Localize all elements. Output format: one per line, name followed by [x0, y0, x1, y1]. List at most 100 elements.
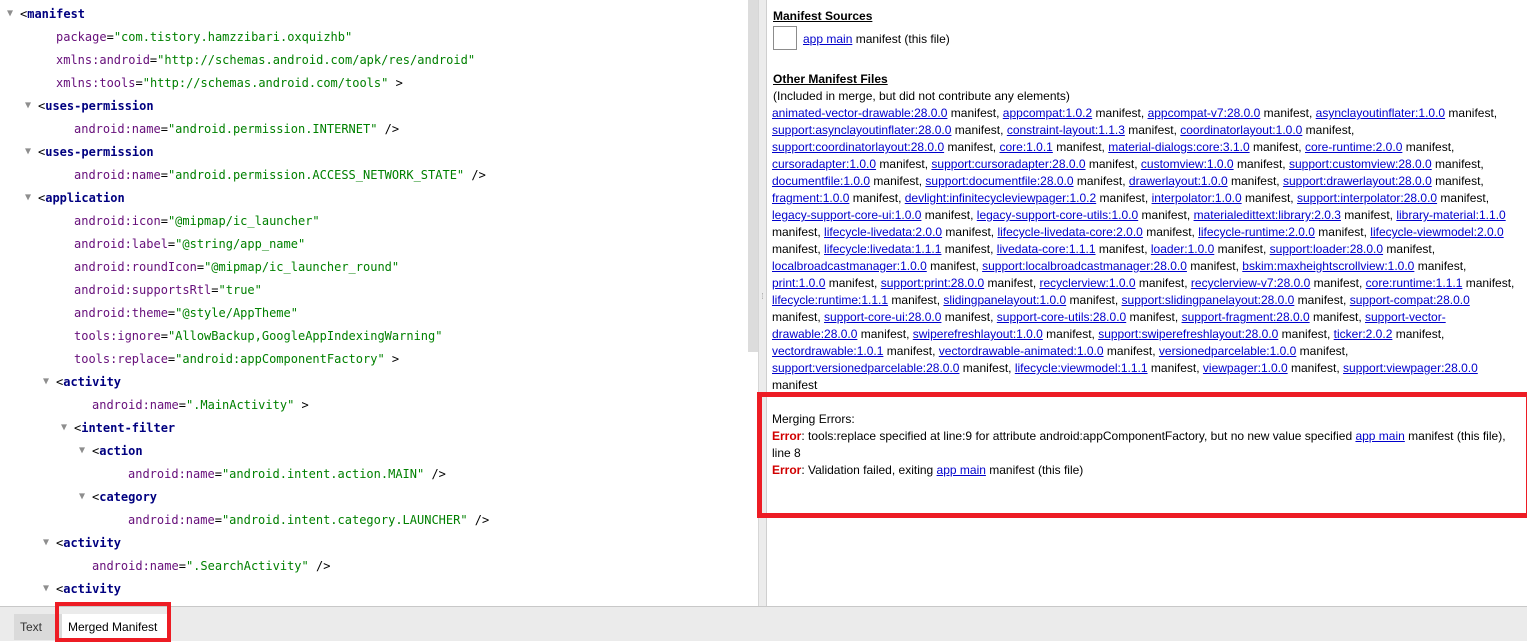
expand-toggle-icon[interactable]: ▼ [40, 372, 52, 392]
manifest-file-link[interactable]: core:runtime:1.1.1 [1366, 276, 1463, 290]
manifest-file-link[interactable]: viewpager:1.0.0 [1203, 361, 1288, 375]
manifest-file-link[interactable]: support:coordinatorlayout:28.0.0 [772, 140, 944, 154]
manifest-file-link[interactable]: recyclerview:1.0.0 [1040, 276, 1136, 290]
expand-toggle-icon[interactable]: ▼ [40, 533, 52, 553]
manifest-file-link[interactable]: support:localbroadcastmanager:28.0.0 [982, 259, 1187, 273]
manifest-file-link[interactable]: support-compat:28.0.0 [1350, 293, 1470, 307]
manifest-file-link[interactable]: devlight:infinitecycleviewpager:1.0.2 [905, 191, 1096, 205]
manifest-file-link[interactable]: material-dialogs:core:3.1.0 [1108, 140, 1249, 154]
manifest-file-suffix: manifest [772, 378, 818, 392]
manifest-file-link[interactable]: lifecycle-viewmodel:2.0.0 [1370, 225, 1503, 239]
manifest-file-link[interactable]: library-material:1.1.0 [1396, 208, 1505, 222]
manifest-file-suffix: manifest, [1278, 327, 1334, 341]
expand-toggle-icon[interactable]: ▼ [76, 441, 88, 461]
manifest-file-link[interactable]: core:1.0.1 [999, 140, 1052, 154]
manifest-file-link[interactable]: support:cursoradapter:28.0.0 [931, 157, 1085, 171]
manifest-file-link[interactable]: livedata-core:1.1.1 [997, 242, 1096, 256]
manifest-file-link[interactable]: customview:1.0.0 [1141, 157, 1234, 171]
manifest-file-link[interactable]: versionedparcelable:1.0.0 [1159, 344, 1296, 358]
manifest-file-link[interactable]: swiperefreshlayout:1.0.0 [913, 327, 1043, 341]
manifest-file-link[interactable]: support-core-ui:28.0.0 [824, 310, 941, 324]
vertical-scrollbar[interactable] [748, 0, 758, 352]
manifest-file-link[interactable]: documentfile:1.0.0 [772, 174, 870, 188]
manifest-file-link[interactable]: core-runtime:2.0.0 [1305, 140, 1402, 154]
manifest-file-link[interactable]: lifecycle-livedata-core:2.0.0 [997, 225, 1142, 239]
manifest-file-link[interactable]: coordinatorlayout:1.0.0 [1180, 123, 1302, 137]
manifest-file-link[interactable]: lifecycle:livedata:1.1.1 [824, 242, 941, 256]
expand-toggle-icon[interactable]: ▼ [76, 487, 88, 507]
xml-equals: = [160, 214, 168, 228]
manifest-file-link[interactable]: support:drawerlayout:28.0.0 [1283, 174, 1432, 188]
manifest-file-suffix: manifest, [1437, 191, 1490, 205]
xml-attribute-row: package="com.tistory.hamzzibari.oxquizhb… [56, 27, 352, 47]
manifest-file-link[interactable]: support:viewpager:28.0.0 [1343, 361, 1478, 375]
expand-toggle-icon[interactable]: ▼ [22, 96, 34, 116]
manifest-file-link[interactable]: interpolator:1.0.0 [1152, 191, 1242, 205]
manifest-file-link[interactable]: slidingpanelayout:1.0.0 [943, 293, 1066, 307]
xml-attribute-row: android:theme="@style/AppTheme" [74, 303, 298, 323]
xml-close-bracket: /> [308, 559, 331, 573]
manifest-file-link[interactable]: support:loader:28.0.0 [1270, 242, 1383, 256]
manifest-file-link[interactable]: support:versionedparcelable:28.0.0 [772, 361, 959, 375]
xml-attr-name: package [56, 30, 107, 44]
xml-attribute-row: android:name=".SearchActivity" /> [92, 556, 330, 576]
manifest-file-link[interactable]: support-core-utils:28.0.0 [997, 310, 1126, 324]
manifest-file-link[interactable]: print:1.0.0 [772, 276, 825, 290]
manifest-file-link[interactable]: bskim:maxheightscrollview:1.0.0 [1242, 259, 1414, 273]
manifest-file-link[interactable]: support:asynclayoutinflater:28.0.0 [772, 123, 951, 137]
expand-toggle-icon[interactable]: ▼ [40, 579, 52, 599]
manifest-file-link[interactable]: legacy-support-core-ui:1.0.0 [772, 208, 921, 222]
merging-errors-title: Merging Errors: [772, 412, 855, 426]
manifest-file-link[interactable]: vectordrawable:1.0.1 [772, 344, 883, 358]
manifest-file-link[interactable]: appcompat:1.0.2 [1003, 106, 1092, 120]
app-main-link[interactable]: app main [937, 463, 986, 477]
manifest-file-link[interactable]: lifecycle:runtime:1.1.1 [772, 293, 888, 307]
manifest-file-link[interactable]: constraint-layout:1.1.3 [1007, 123, 1125, 137]
xml-tree-pane[interactable]: ▼ <manifest package="com.tistory.hamzzibar… [0, 0, 759, 606]
manifest-file-link[interactable]: lifecycle-livedata:2.0.0 [824, 225, 942, 239]
expand-toggle-icon[interactable]: ▼ [58, 418, 70, 438]
manifest-file-link[interactable]: materialedittext:library:2.0.3 [1194, 208, 1341, 222]
manifest-file-link[interactable]: localbroadcastmanager:1.0.0 [772, 259, 927, 273]
expand-toggle-icon[interactable]: ▼ [22, 188, 34, 208]
manifest-file-link[interactable]: support:print:28.0.0 [881, 276, 984, 290]
manifest-file-link[interactable]: vectordrawable-animated:1.0.0 [939, 344, 1104, 358]
other-manifest-files-list: animated-vector-drawable:28.0.0 manifest… [772, 105, 1520, 394]
xml-attr-name: android:name [74, 168, 161, 182]
manifest-file-link[interactable]: lifecycle:viewmodel:1.1.1 [1015, 361, 1148, 375]
xml-equals: = [160, 329, 168, 343]
manifest-file-link[interactable]: animated-vector-drawable:28.0.0 [772, 106, 947, 120]
manifest-source-suffix: manifest (this file) [852, 32, 950, 46]
manifest-file-link[interactable]: ticker:2.0.2 [1334, 327, 1393, 341]
xml-attr-name: android:name [92, 559, 179, 573]
xml-attribute-row: xmlns:tools="http://schemas.android.com/… [56, 73, 403, 93]
manifest-file-link[interactable]: fragment:1.0.0 [772, 191, 849, 205]
manifest-file-link[interactable]: support:documentfile:28.0.0 [925, 174, 1073, 188]
manifest-file-link[interactable]: cursoradapter:1.0.0 [772, 157, 876, 171]
splitter-grip-icon: ⁞ [761, 292, 764, 301]
manifest-file-link[interactable]: drawerlayout:1.0.0 [1129, 174, 1228, 188]
manifest-file-link[interactable]: asynclayoutinflater:1.0.0 [1316, 106, 1445, 120]
xml-attr-value: "android.permission.INTERNET" [167, 122, 378, 136]
manifest-file-link[interactable]: support:swiperefreshlayout:28.0.0 [1098, 327, 1278, 341]
other-manifest-files-title: Other Manifest Files [773, 72, 888, 86]
manifest-file-suffix: manifest, [1431, 174, 1484, 188]
manifest-file-link[interactable]: support:interpolator:28.0.0 [1297, 191, 1437, 205]
manifest-file-link[interactable]: loader:1.0.0 [1151, 242, 1214, 256]
manifest-file-link[interactable]: recyclerview-v7:28.0.0 [1191, 276, 1310, 290]
expand-toggle-icon[interactable]: ▼ [22, 142, 34, 162]
manifest-file-link[interactable]: support-fragment:28.0.0 [1182, 310, 1310, 324]
manifest-file-link[interactable]: legacy-support-core-utils:1.0.0 [977, 208, 1138, 222]
manifest-file-link[interactable]: support:customview:28.0.0 [1289, 157, 1432, 171]
manifest-file-link[interactable]: support:slidingpanelayout:28.0.0 [1122, 293, 1295, 307]
xml-equals: = [160, 168, 168, 182]
manifest-file-link[interactable]: appcompat-v7:28.0.0 [1148, 106, 1261, 120]
manifest-file-suffix: manifest, [1296, 344, 1349, 358]
expand-toggle-icon[interactable]: ▼ [4, 4, 16, 24]
app-main-link[interactable]: app main [1355, 429, 1404, 443]
xml-tag-name: intent-filter [81, 421, 176, 435]
app-main-link[interactable]: app main [803, 32, 852, 46]
manifest-file-link[interactable]: lifecycle-runtime:2.0.0 [1198, 225, 1315, 239]
xml-attribute-row: android:roundIcon="@mipmap/ic_launcher_r… [74, 257, 399, 277]
xml-attr-name: tools:ignore [74, 329, 161, 343]
